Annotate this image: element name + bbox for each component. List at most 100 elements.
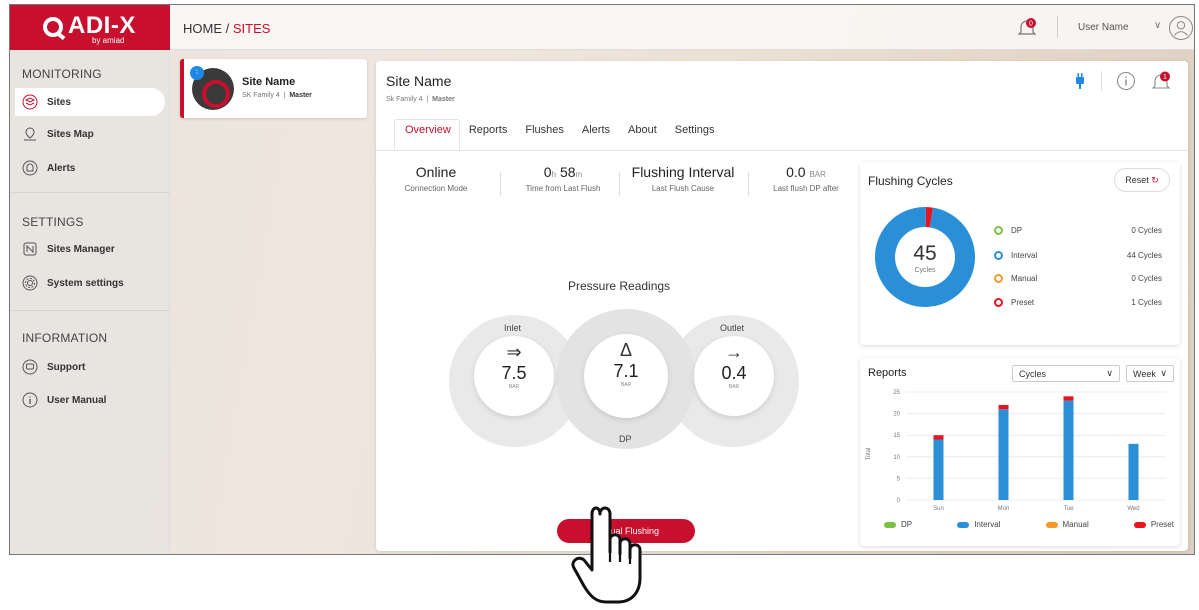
flushing-cycles-title: Flushing Cycles	[868, 174, 953, 188]
enter-icon: ⇒	[506, 342, 522, 362]
logo-mark-icon	[43, 17, 63, 37]
interval-ring-icon	[994, 251, 1003, 260]
legend-row-dp: DP 0 Cycles	[994, 226, 1162, 235]
inlet-unit: BAR	[508, 384, 520, 390]
app-window: ADI-X by amiad HOME / SITES 0 User Name …	[9, 4, 1195, 555]
page-title: Site Name	[386, 73, 452, 89]
logo[interactable]: ADI-X by amiad	[10, 5, 170, 50]
site-card[interactable]: ⁞ Site Name SK Family 4 | Master	[180, 59, 367, 118]
site-card-role: Master	[289, 92, 312, 99]
sidebar-item-support[interactable]: Support	[15, 353, 165, 381]
section-title-monitoring: MONITORING	[22, 67, 102, 81]
legend-name: Preset	[1011, 298, 1035, 307]
legend-row-preset: Preset 1 Cycles	[994, 298, 1162, 307]
y-tick-label: 10	[893, 455, 900, 461]
flushing-cycles-donut: 45 Cycles	[875, 206, 975, 307]
stat-last-flush-dp: 0.0 BAR Last flush DP after	[756, 164, 856, 193]
chat-icon	[21, 358, 39, 376]
tab-bar: Overview Reports Flushes Alerts About Se…	[396, 115, 724, 147]
map-pin-icon	[21, 125, 39, 143]
period-select[interactable]: Week ∨	[1126, 365, 1174, 382]
site-card-name: Site Name	[242, 76, 296, 88]
dp-value: 7.1	[613, 361, 639, 381]
dp-ring-icon	[994, 226, 1003, 235]
legend-count: 44 Cycles	[1126, 251, 1162, 260]
y-tick-label: 20	[893, 412, 900, 418]
legend-name: Interval	[1011, 251, 1038, 260]
panel-family: Sk Family 4	[386, 96, 423, 103]
reset-button[interactable]: Reset ↻	[1114, 168, 1170, 192]
section-title-settings: SETTINGS	[22, 215, 84, 229]
legend-label: Preset	[1150, 520, 1174, 529]
sidebar-item-system-settings[interactable]: System settings	[15, 269, 165, 297]
dp-swatch	[884, 521, 896, 528]
exit-icon: →	[725, 342, 743, 362]
y-tick-label: 0	[897, 498, 901, 504]
reset-label: Reset	[1125, 175, 1149, 185]
chevron-down-icon[interactable]: ∨	[1154, 20, 1161, 31]
alert-count: 1	[1163, 74, 1167, 81]
breadcrumb-home[interactable]: HOME	[183, 21, 222, 36]
bar-interval-tue	[1063, 400, 1074, 500]
sidebar: MONITORING Sites Sites Map Alerts SETTIN…	[10, 50, 170, 554]
breadcrumb: HOME / SITES	[183, 21, 270, 36]
x-tick-label: Sun	[933, 506, 944, 512]
sidebar-item-label: Sites	[47, 96, 71, 108]
logo-sub: by amiad	[92, 36, 125, 45]
dp-label: DP	[619, 434, 632, 444]
inlet-gauge: ⇒ 7.5 BAR	[474, 336, 554, 416]
outlet-unit: BAR	[728, 384, 740, 390]
breadcrumb-separator: /	[222, 21, 233, 36]
preset-ring-icon	[994, 298, 1003, 307]
metric-select-value: Cycles	[1019, 368, 1047, 379]
sidebar-divider	[10, 310, 170, 311]
x-tick-label: Tue	[1063, 506, 1074, 512]
stat-value: 0h 58m	[512, 164, 614, 180]
reports-card: Reports Cycles ∨ Week ∨ Total 0 5 10 15 20 25…	[860, 358, 1180, 546]
sidebar-item-sites-map[interactable]: Sites Map	[15, 120, 165, 148]
tab-reports[interactable]: Reports	[460, 124, 517, 147]
legend-count: 1 Cycles	[1131, 298, 1162, 307]
info-icon[interactable]	[1116, 71, 1136, 91]
chevron-down-icon: ∨	[1160, 368, 1167, 378]
tab-flushes[interactable]: Flushes	[516, 124, 573, 147]
username[interactable]: User Name	[1078, 22, 1129, 33]
stat-divider	[619, 172, 620, 196]
user-avatar-icon[interactable]	[1169, 16, 1193, 40]
stat-label: Connection Mode	[404, 184, 468, 193]
legend-item-preset: Preset	[1133, 520, 1174, 529]
notifications-bell-icon[interactable]: 0	[1016, 17, 1038, 39]
tab-alerts[interactable]: Alerts	[573, 124, 619, 147]
refresh-icon: ↻	[1151, 175, 1159, 185]
alerts-bell-icon[interactable]: 1	[1150, 71, 1172, 91]
sidebar-item-sites-manager[interactable]: Sites Manager	[15, 235, 165, 263]
manual-ring-icon	[994, 274, 1003, 283]
sidebar-item-user-manual[interactable]: User Manual	[15, 386, 165, 414]
bar-interval-wed	[1128, 443, 1139, 500]
sidebar-item-label: User Manual	[47, 394, 107, 406]
reports-title: Reports	[868, 367, 907, 379]
breadcrumb-current: SITES	[232, 21, 271, 36]
legend-count: 0 Cycles	[1131, 274, 1162, 283]
stat-label: Last flush DP after	[773, 184, 839, 193]
outlet-gauge: → 0.4 BAR	[694, 336, 774, 416]
layers-icon	[21, 93, 39, 111]
sidebar-item-label: System settings	[47, 277, 124, 289]
legend-item-dp: DP	[884, 520, 912, 529]
tab-about[interactable]: About	[619, 124, 666, 147]
delta-icon: Δ	[619, 340, 633, 360]
legend-row-manual: Manual 0 Cycles	[994, 274, 1162, 283]
stat-connection-mode: Online Connection Mode	[390, 164, 482, 193]
top-bar: ADI-X by amiad HOME / SITES 0 User Name …	[10, 5, 1194, 50]
sidebar-item-sites[interactable]: Sites	[15, 88, 165, 116]
pressure-readings-title: Pressure Readings	[568, 279, 671, 293]
metric-select[interactable]: Cycles ∨	[1012, 365, 1120, 382]
y-tick-label: 5	[897, 476, 901, 482]
power-plug-icon[interactable]	[1073, 72, 1087, 90]
tab-settings[interactable]: Settings	[666, 124, 724, 147]
tab-overview[interactable]: Overview	[396, 124, 460, 147]
inlet-label: Inlet	[504, 323, 522, 333]
sidebar-item-alerts[interactable]: Alerts	[15, 154, 165, 182]
bar-preset-tue	[1063, 396, 1074, 401]
panel-role: Master	[432, 96, 455, 103]
